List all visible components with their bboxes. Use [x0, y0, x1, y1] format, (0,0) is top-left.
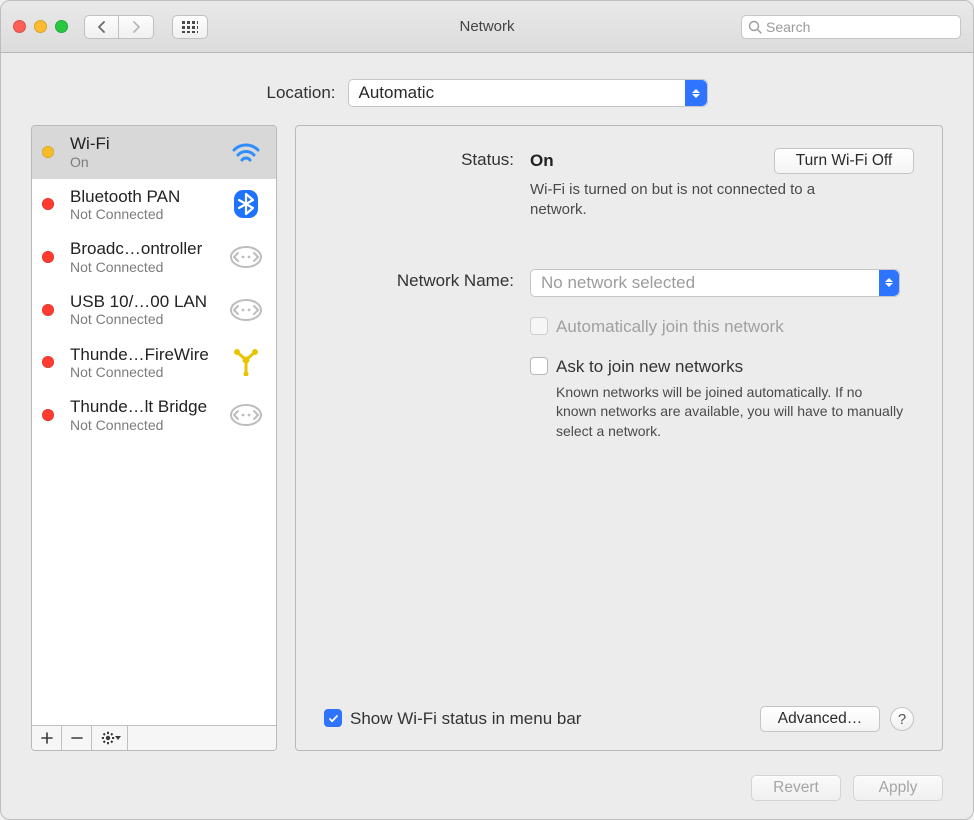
show-all-button[interactable]: [172, 15, 208, 39]
close-button[interactable]: [13, 20, 26, 33]
service-text: Thunde…lt BridgeNot Connected: [70, 397, 220, 433]
status-label: Status:: [324, 148, 514, 221]
remove-service-button[interactable]: [62, 726, 92, 750]
apply-button[interactable]: Apply: [853, 775, 943, 801]
status-dot-icon: [42, 198, 54, 210]
service-item[interactable]: Broadc…ontrollerNot Connected: [32, 231, 276, 284]
search-placeholder: Search: [766, 19, 810, 35]
gear-icon: [100, 731, 122, 745]
network-preferences-window: Network Search Location: Automatic Wi-Fi…: [0, 0, 974, 820]
service-text: Wi-FiOn: [70, 134, 220, 170]
forward-button[interactable]: [119, 15, 154, 39]
location-value: Automatic: [359, 83, 435, 103]
service-item[interactable]: Wi-FiOn: [32, 126, 276, 179]
status-dot-icon: [42, 304, 54, 316]
status-value: On: [530, 151, 554, 171]
help-button[interactable]: ?: [890, 707, 914, 731]
network-name-label: Network Name:: [324, 269, 514, 442]
service-text: Broadc…ontrollerNot Connected: [70, 239, 220, 275]
location-row: Location: Automatic: [31, 79, 943, 107]
details-pane: Status: On Turn Wi-Fi Off Wi-Fi is turne…: [295, 125, 943, 751]
titlebar: Network Search: [1, 1, 973, 53]
service-item[interactable]: Bluetooth PANNot Connected: [32, 179, 276, 232]
revert-button[interactable]: Revert: [751, 775, 841, 801]
service-status: Not Connected: [70, 311, 220, 327]
network-name-popup[interactable]: No network selected: [530, 269, 900, 297]
body: Wi-FiOnBluetooth PANNot ConnectedBroadc……: [31, 125, 943, 751]
firewire-icon: [228, 346, 264, 378]
service-status: On: [70, 154, 220, 170]
advanced-button[interactable]: Advanced…: [760, 706, 880, 732]
location-popup[interactable]: Automatic: [348, 79, 708, 107]
service-name: Thunde…FireWire: [70, 345, 220, 365]
service-item[interactable]: Thunde…FireWireNot Connected: [32, 337, 276, 390]
service-text: USB 10/…00 LANNot Connected: [70, 292, 220, 328]
ask-to-join-checkbox[interactable]: [530, 357, 548, 375]
popup-stepper-icon: [685, 80, 707, 106]
service-status: Not Connected: [70, 364, 220, 380]
show-status-label: Show Wi-Fi status in menu bar: [350, 709, 581, 729]
service-status: Not Connected: [70, 417, 220, 433]
service-item[interactable]: USB 10/…00 LANNot Connected: [32, 284, 276, 337]
ethernet-icon: [228, 399, 264, 431]
service-name: Thunde…lt Bridge: [70, 397, 220, 417]
status-dot-icon: [42, 356, 54, 368]
search-icon: [748, 20, 762, 34]
service-name: USB 10/…00 LAN: [70, 292, 220, 312]
show-status-checkbox[interactable]: [324, 709, 342, 727]
plus-icon: [41, 732, 53, 744]
auto-join-label: Automatically join this network: [556, 317, 784, 337]
service-status: Not Connected: [70, 206, 220, 222]
services-list[interactable]: Wi-FiOnBluetooth PANNot ConnectedBroadc……: [32, 126, 276, 725]
auto-join-checkbox: [530, 317, 548, 335]
service-name: Broadc…ontroller: [70, 239, 220, 259]
service-actions-button[interactable]: [92, 726, 128, 750]
ethernet-icon: [228, 241, 264, 273]
grid-icon: [182, 21, 198, 33]
services-sidebar: Wi-FiOnBluetooth PANNot ConnectedBroadc……: [31, 125, 277, 751]
location-label: Location:: [267, 83, 336, 103]
nav-buttons: [84, 15, 154, 39]
status-dot-icon: [42, 251, 54, 263]
minimize-button[interactable]: [34, 20, 47, 33]
ethernet-icon: [228, 294, 264, 326]
content: Location: Automatic Wi-FiOnBluetooth PAN…: [1, 53, 973, 765]
chevron-right-icon: [132, 21, 141, 33]
service-item[interactable]: Thunde…lt BridgeNot Connected: [32, 389, 276, 442]
back-button[interactable]: [84, 15, 119, 39]
ask-to-join-description: Known networks will be joined automatica…: [556, 383, 906, 442]
network-name-value: No network selected: [541, 273, 695, 293]
maximize-button[interactable]: [55, 20, 68, 33]
popup-stepper-icon: [879, 270, 899, 296]
turn-wifi-off-button[interactable]: Turn Wi-Fi Off: [774, 148, 914, 174]
add-service-button[interactable]: [32, 726, 62, 750]
minus-icon: [71, 732, 83, 744]
sidebar-footer: [32, 725, 276, 750]
bluetooth-icon: [228, 188, 264, 220]
service-name: Bluetooth PAN: [70, 187, 220, 207]
service-text: Thunde…FireWireNot Connected: [70, 345, 220, 381]
wifi-icon: [228, 136, 264, 168]
chevron-left-icon: [97, 21, 106, 33]
ask-to-join-label: Ask to join new networks: [556, 357, 743, 377]
service-name: Wi-Fi: [70, 134, 220, 154]
window-footer: Revert Apply: [1, 765, 973, 819]
service-status: Not Connected: [70, 259, 220, 275]
status-description: Wi-Fi is turned on but is not connected …: [530, 180, 870, 221]
search-field[interactable]: Search: [741, 15, 961, 39]
service-text: Bluetooth PANNot Connected: [70, 187, 220, 223]
window-controls: [13, 20, 68, 33]
status-dot-icon: [42, 146, 54, 158]
status-dot-icon: [42, 409, 54, 421]
